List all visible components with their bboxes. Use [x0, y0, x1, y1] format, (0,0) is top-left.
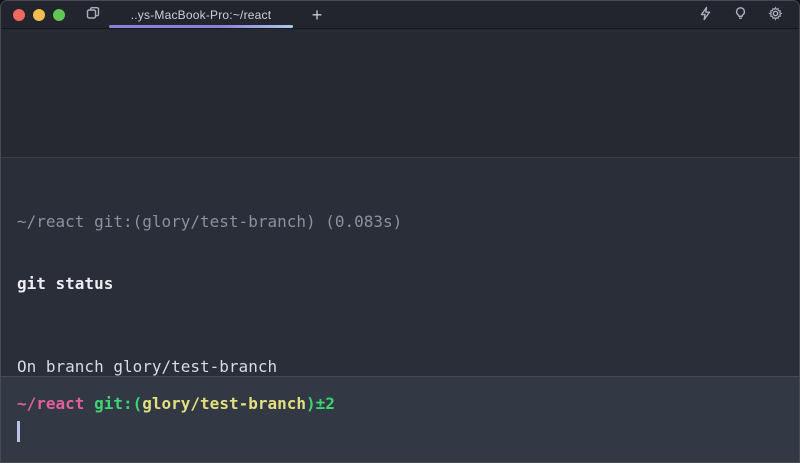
- prompt-segment: [84, 394, 94, 413]
- warp-ai-button[interactable]: [693, 3, 717, 27]
- prompt-segment: glory/test-branch: [142, 394, 306, 413]
- terminal-window: ..ys-MacBook-Pro:~/react +: [0, 0, 800, 463]
- shell-prompt: ~/react git:(glory/test-branch)±2: [17, 394, 783, 415]
- terminal-tab[interactable]: ..ys-MacBook-Pro:~/react: [115, 1, 287, 29]
- traffic-lights: [13, 9, 65, 21]
- lightbulb-icon: [733, 6, 748, 24]
- prompt-segment: ±2: [316, 394, 335, 413]
- completed-command-block[interactable]: ~/react git:(glory/test-branch) (0.083s)…: [1, 157, 799, 376]
- tab-active-underline: [109, 25, 293, 28]
- zoom-button[interactable]: [53, 9, 65, 21]
- prompt-segment: git:(: [94, 394, 142, 413]
- prompt-context-line: ~/react git:(glory/test-branch) (0.083s): [17, 212, 783, 233]
- input-line[interactable]: [17, 419, 783, 444]
- minimize-button[interactable]: [33, 9, 45, 21]
- current-prompt-block[interactable]: ~/react git:(glory/test-branch)±2: [1, 376, 799, 462]
- prompt-segment: ~/react: [17, 394, 84, 413]
- pages-button[interactable]: [81, 3, 105, 27]
- lightning-icon: [698, 6, 713, 24]
- close-button[interactable]: [13, 9, 25, 21]
- pages-icon: [85, 5, 101, 24]
- command-text: git status: [17, 274, 783, 295]
- prompt-segment: ): [306, 394, 316, 413]
- title-bar: ..ys-MacBook-Pro:~/react +: [1, 1, 799, 29]
- terminal-scrollback: ~/react git:(glory/test-branch) (0.083s)…: [1, 29, 799, 462]
- gear-icon: [768, 6, 783, 24]
- titlebar-right-icons: [693, 3, 787, 27]
- text-cursor: [17, 421, 20, 442]
- output-line: On branch glory/test-branch: [17, 357, 783, 378]
- new-tab-button[interactable]: +: [305, 3, 329, 27]
- tips-button[interactable]: [728, 3, 752, 27]
- settings-button[interactable]: [763, 3, 787, 27]
- tab-title: ..ys-MacBook-Pro:~/react: [131, 8, 272, 22]
